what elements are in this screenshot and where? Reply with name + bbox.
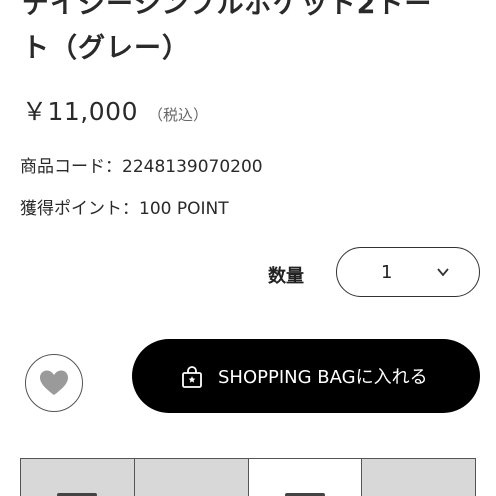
- heart-icon: [40, 370, 68, 395]
- product-title-line-2: ト（グレー）: [22, 33, 190, 64]
- favorite-button[interactable]: [25, 354, 83, 412]
- tab-2[interactable]: [133, 458, 248, 496]
- option-tabs: [20, 458, 476, 496]
- product-price: ￥11,000: [22, 97, 138, 126]
- add-to-bag-label: SHOPPING BAGに入れる: [218, 367, 428, 388]
- quantity-value: 1: [381, 261, 393, 283]
- product-code: 商品コード：2248139070200: [20, 157, 263, 177]
- quantity-select[interactable]: 1: [336, 247, 480, 297]
- chevron-down-icon: [437, 268, 449, 277]
- shopping-bag-icon: [182, 366, 202, 388]
- price-row: ￥11,000 （税込）: [22, 92, 208, 128]
- tab-4[interactable]: [361, 458, 476, 496]
- earned-points: 獲得ポイント：100 POINT: [20, 199, 229, 219]
- tax-note: （税込）: [147, 106, 208, 124]
- tab-3[interactable]: [247, 458, 362, 496]
- quantity-label: 数量: [268, 266, 304, 287]
- product-title-line-1: デイジーシンプルポケット2トー: [22, 0, 433, 20]
- tab-1[interactable]: [20, 458, 134, 496]
- add-to-bag-button[interactable]: SHOPPING BAGに入れる: [132, 339, 480, 413]
